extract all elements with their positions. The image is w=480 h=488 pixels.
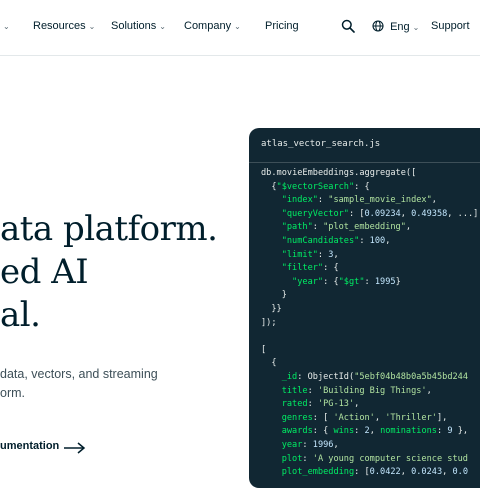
top-navigation: ⌄ Resources ⌄ Solutions ⌄ Company ⌄ Pricing…: [0, 0, 480, 56]
code-line: "queryVector": [0.09234, 0.49358, ...],: [281, 208, 480, 219]
nav-item-pricing[interactable]: Pricing: [265, 20, 299, 32]
code-line: }}: [261, 304, 282, 314]
nav-item-label: Solutions: [111, 20, 157, 32]
nav-item-label: Company: [184, 20, 232, 32]
code-line: "numCandidates": 100,: [281, 236, 391, 246]
code-line: {"$vectorSearch": {: [261, 181, 370, 192]
hero-heading-line-3: al.: [0, 295, 41, 335]
code-panel-header: atlas_vector_search.js: [249, 128, 480, 163]
code-line: "filter": {: [281, 263, 339, 274]
chevron-down-icon: ⌄: [3, 22, 10, 31]
hero-heading-line-2: ed AI: [0, 252, 89, 292]
code-line: _id: ObjectId("5ebf04b48b0a5b45bd244: [281, 372, 469, 382]
code-line: "year": {"$gt": 1995}: [292, 276, 401, 287]
hero-subtitle-line-2: orm.: [0, 386, 25, 400]
nav-item-company[interactable]: Company ⌄: [184, 20, 241, 32]
code-line: plot_embedding: [0.0422, 0.0243, 0.0: [281, 467, 469, 478]
documentation-link[interactable]: umentation: [0, 440, 59, 452]
code-line: db.movieEmbeddings.aggregate([: [261, 168, 417, 178]
nav-item-resources[interactable]: Resources ⌄: [33, 20, 95, 32]
code-line: "limit": 3,: [281, 249, 339, 260]
hero-subtitle-line-1: data, vectors, and streaming: [0, 367, 158, 381]
chevron-down-icon: ⌄: [234, 22, 241, 31]
hero-heading-line-1: ata platform.: [0, 209, 218, 249]
code-line: title: 'Building Big Things',: [281, 385, 432, 396]
chevron-down-icon: ⌄: [412, 23, 420, 32]
search-icon[interactable]: [341, 19, 355, 38]
code-line: plot: 'A young computer science stud: [281, 453, 468, 464]
code-line: }: [261, 290, 287, 301]
nav-prev-chevron[interactable]: ⌄: [0, 20, 10, 32]
arrow-right-icon[interactable]: [64, 441, 86, 459]
code-line: ]);: [261, 317, 277, 328]
code-line: [: [261, 344, 267, 355]
language-selector[interactable]: Eng ⌄: [372, 20, 419, 33]
chevron-down-icon: ⌄: [88, 22, 96, 31]
code-line: "index": "sample_movie_index",: [281, 195, 437, 206]
code-line: awards: { wins: 2, nominations: 9 },: [281, 426, 469, 437]
code-line: {: [261, 358, 277, 369]
chevron-down-icon: ⌄: [159, 22, 166, 31]
nav-item-solutions[interactable]: Solutions ⌄: [111, 20, 166, 32]
nav-item-label: Pricing: [265, 20, 299, 32]
code-filename: atlas_vector_search.js: [261, 139, 381, 149]
code-line: rated: 'PG-13',: [281, 399, 360, 410]
code-line: year: 1996,: [281, 440, 339, 450]
code-example-panel: atlas_vector_search.js db.movieEmbedding…: [249, 128, 480, 488]
nav-item-label: Resources: [33, 20, 86, 32]
language-label: Eng: [390, 21, 410, 33]
code-line: "path": "plot_embedding",: [281, 222, 412, 233]
globe-icon: [372, 20, 384, 32]
code-line: genres: [ 'Action', 'Thriller'],: [281, 412, 448, 423]
support-link[interactable]: Support: [431, 20, 470, 32]
